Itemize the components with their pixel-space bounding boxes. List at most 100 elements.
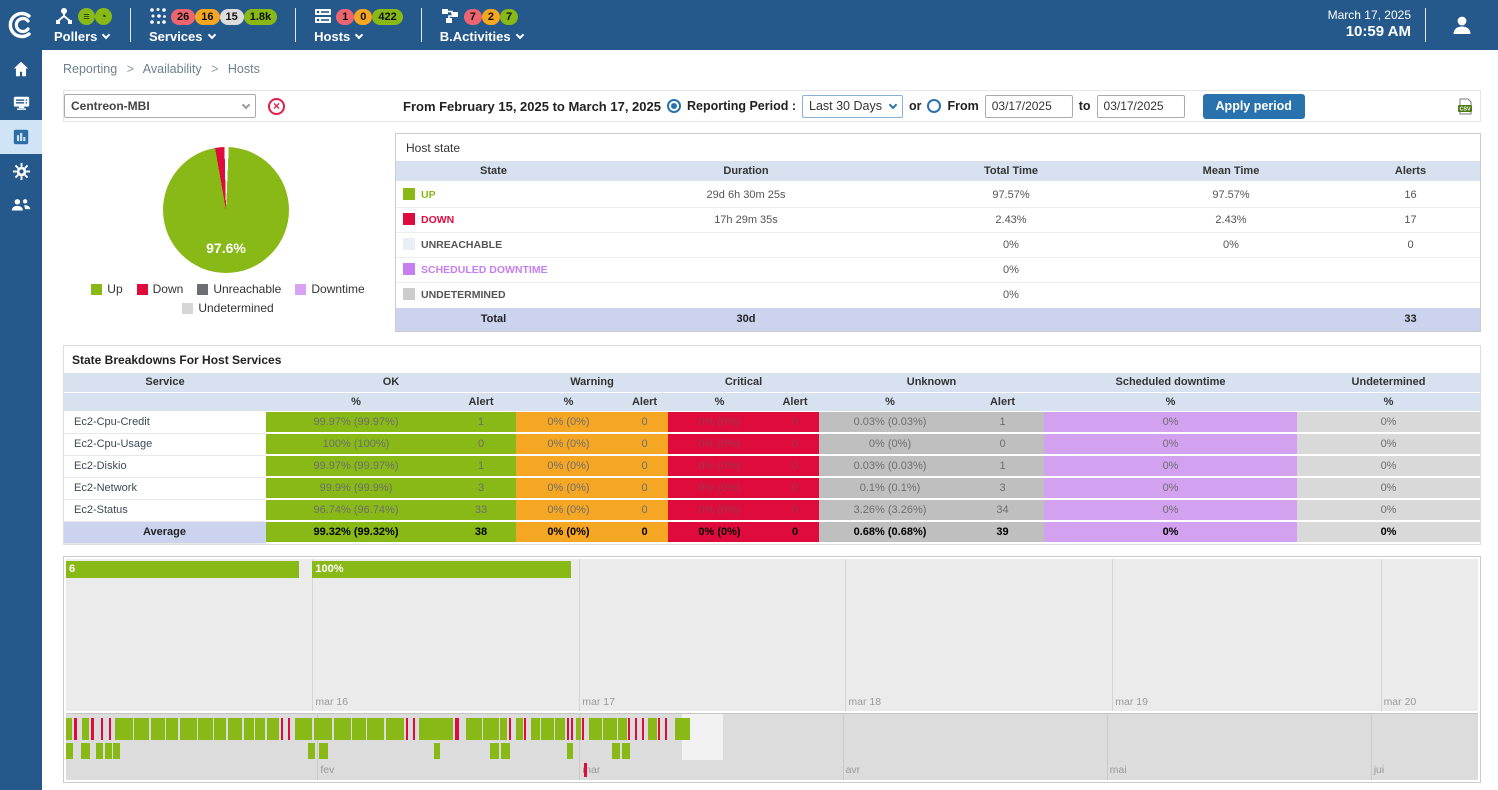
user-icon xyxy=(1449,12,1475,38)
breadcrumb-reporting[interactable]: Reporting xyxy=(63,62,117,76)
navigator-up-segment xyxy=(490,743,500,759)
count-badge[interactable]: 7 xyxy=(464,9,482,25)
navigator-up-segment xyxy=(113,743,119,759)
legend-item-unreachable[interactable]: Unreachable xyxy=(197,281,281,298)
breadcrumb-availability[interactable]: Availability xyxy=(143,62,202,76)
service-name[interactable]: Ec2-Cpu-Credit xyxy=(64,411,266,433)
state-swatch xyxy=(403,263,415,275)
mean-time-value: 0% xyxy=(1121,232,1341,257)
navigator-up-segment xyxy=(180,718,197,740)
navigator-up-segment xyxy=(115,718,133,740)
timeline-axis-label: mar 18 xyxy=(848,696,881,708)
navigator-month-label: fev xyxy=(320,764,334,776)
timeline-chart[interactable]: mar 16mar 17mar 18mar 19mar 206100% xyxy=(66,559,1478,711)
header-date: March 17, 2025 xyxy=(1328,8,1411,23)
reporting-period-label: Reporting Period : xyxy=(687,99,796,113)
legend-swatch xyxy=(295,284,306,295)
host-state-label[interactable]: SCHEDULED DOWNTIME xyxy=(421,264,548,276)
chevron-down-icon xyxy=(207,31,215,39)
count-badge[interactable]: 7 xyxy=(500,9,518,25)
alerts-value xyxy=(1341,257,1480,282)
navigator-month-label: jui xyxy=(1374,764,1385,776)
navigator-up-segment xyxy=(198,718,213,740)
sidebar-item-home[interactable] xyxy=(0,52,42,86)
clear-filter-icon[interactable]: × xyxy=(268,98,285,115)
custom-period-radio[interactable] xyxy=(927,99,941,113)
sidebar-item-configuration[interactable] xyxy=(0,154,42,188)
service-name[interactable]: Ec2-Diskio xyxy=(64,455,266,477)
host-group-select[interactable]: Centreon-MBI xyxy=(64,94,256,118)
navigator-up-segment xyxy=(134,718,149,740)
breakdown-subheader-row: %Alert%Alert%Alert%Alert%% xyxy=(64,392,1480,411)
csv-export-icon[interactable]: CSV xyxy=(1457,98,1474,115)
gauge-icon[interactable]: ◔ xyxy=(95,8,112,25)
list-icon[interactable]: ≡ xyxy=(78,8,95,25)
host-state-label[interactable]: UNDETERMINED xyxy=(421,289,506,301)
apply-period-button[interactable]: Apply period xyxy=(1203,94,1305,119)
duration-value xyxy=(591,257,901,282)
count-badge[interactable]: 16 xyxy=(195,9,219,25)
nav-group-hosts[interactable]: 10422 Hosts xyxy=(314,6,403,44)
timeline-navigator[interactable]: fevmaravrmaijui xyxy=(66,713,1478,780)
centreon-logo[interactable] xyxy=(0,10,44,40)
legend-item-up[interactable]: Up xyxy=(91,281,122,298)
navigator-down-segment xyxy=(642,718,644,740)
breakdown-subheader: % xyxy=(819,392,961,411)
nav-divider xyxy=(421,8,422,42)
pie[interactable]: 97.6% xyxy=(163,147,289,273)
host-state-label[interactable]: UNREACHABLE xyxy=(421,239,502,251)
availability-bar[interactable]: 6 xyxy=(66,561,299,578)
host-state-panel: Host state StateDurationTotal TimeMean T… xyxy=(395,133,1481,332)
nav-group-pollers[interactable]: ≡◔ Pollers xyxy=(54,6,112,44)
nav-group-services[interactable]: 2616151.8k Services xyxy=(149,6,277,44)
breakdown-subheader: Alert xyxy=(621,392,668,411)
service-name[interactable]: Ec2-Status xyxy=(64,499,266,521)
count-badge[interactable]: 15 xyxy=(220,9,244,25)
count-badge[interactable]: 1 xyxy=(336,9,354,25)
breadcrumb-hosts[interactable]: Hosts xyxy=(228,62,260,76)
count-badge[interactable]: 422 xyxy=(372,9,402,25)
count-badge[interactable]: 26 xyxy=(171,9,195,25)
navigator-down-segment xyxy=(281,718,283,740)
legend-item-down[interactable]: Down xyxy=(137,281,184,298)
top-bar: ≡◔ Pollers 2616151.8k Services 10422 Hos… xyxy=(0,0,1498,50)
reporting-period-radio[interactable] xyxy=(667,99,681,113)
total-time-value: 0% xyxy=(901,257,1121,282)
period-select[interactable]: Last 30 Days xyxy=(802,95,903,118)
navigator-up-segment xyxy=(500,718,507,740)
legend-swatch xyxy=(137,284,148,295)
legend-item-undetermined[interactable]: Undetermined xyxy=(182,300,273,317)
from-date-input[interactable] xyxy=(985,95,1073,118)
availability-bar[interactable]: 100% xyxy=(312,561,571,578)
service-name: Average xyxy=(64,521,266,543)
header-time: 10:59 AM xyxy=(1328,23,1411,42)
timeline-gridline xyxy=(1112,559,1113,711)
service-name[interactable]: Ec2-Network xyxy=(64,477,266,499)
breakdown-subheader: % xyxy=(266,392,446,411)
sidebar-item-reporting[interactable] xyxy=(0,120,42,154)
count-badge[interactable]: 1.8k xyxy=(244,9,277,25)
navigator-up-segment xyxy=(386,718,404,740)
host-state-table: StateDurationTotal TimeMean TimeAlerts U… xyxy=(396,161,1480,331)
breakdown-group-header: Service xyxy=(64,373,266,392)
service-name[interactable]: Ec2-Cpu-Usage xyxy=(64,433,266,455)
or-label: or xyxy=(909,99,922,113)
navigator-up-segment xyxy=(166,718,178,740)
sidebar-item-administration[interactable] xyxy=(0,188,42,222)
host-state-label[interactable]: UP xyxy=(421,189,436,201)
period-summary: From February 15, 2025 to March 17, 2025 xyxy=(403,99,661,114)
host-availability-pie-chart[interactable]: 97.6% Up Down Unreachable Downtime Undetermi… xyxy=(63,130,393,330)
nav-group-bactivities[interactable]: 727 B.Activities xyxy=(440,6,523,44)
to-date-input[interactable] xyxy=(1097,95,1185,118)
count-badge[interactable]: 0 xyxy=(354,9,372,25)
sidebar-item-monitoring[interactable] xyxy=(0,86,42,120)
breakdown-group-header: Undetermined xyxy=(1297,373,1480,392)
host-state-label[interactable]: DOWN xyxy=(421,214,454,226)
legend-label: Undetermined xyxy=(198,300,273,317)
breakdown-service-row: Ec2-Network99.9% (99.9%)30% (0%)00% (0%)… xyxy=(64,477,1480,499)
user-menu-button[interactable] xyxy=(1426,12,1498,38)
host-state-column-header: Mean Time xyxy=(1121,161,1341,182)
navigator-up-segment xyxy=(555,718,565,740)
count-badge[interactable]: 2 xyxy=(482,9,500,25)
legend-item-downtime[interactable]: Downtime xyxy=(295,281,364,298)
